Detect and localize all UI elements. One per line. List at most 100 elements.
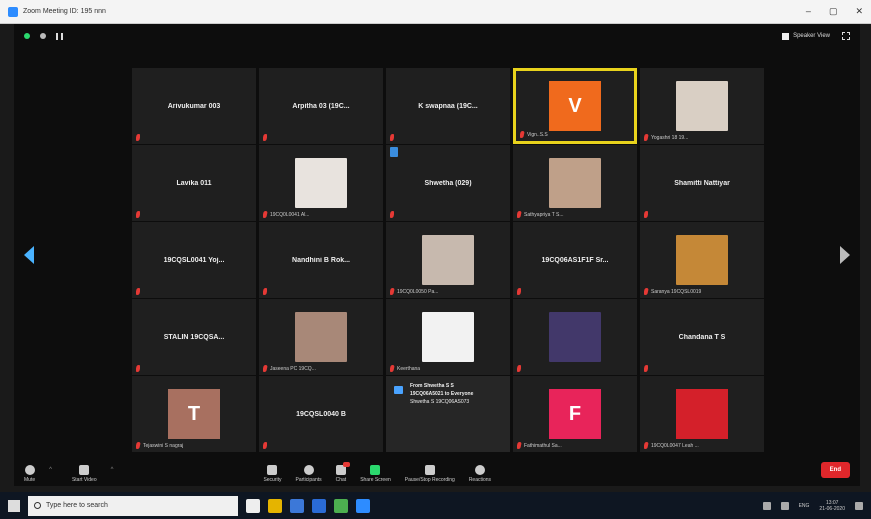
next-page-arrow-icon[interactable] (840, 246, 850, 264)
window-title: Zoom Meeting ID: 195 nnn (23, 8, 106, 15)
participant-tile[interactable]: F Fathimathul Sa... (513, 376, 637, 452)
participant-grid: Arivukumar 003 Arpitha 03 (19C... K swapna… (132, 68, 764, 452)
tile-footer (136, 365, 140, 372)
participant-tile[interactable]: Sathyapriya T S... (513, 145, 637, 221)
tile-footer: Jaseena PC 19CQ... (263, 365, 316, 372)
tile-footer: Fathimathul Sa... (517, 442, 562, 449)
participant-name: STALIN 19CQSA... (163, 333, 225, 341)
participant-tile[interactable]: K swapnaa (19C... (386, 68, 510, 144)
window-controls: – ▢ ✕ (806, 6, 863, 17)
participant-tile[interactable]: Arpitha 03 (19C... (259, 68, 383, 144)
participant-tile[interactable]: Keerthana (386, 299, 510, 375)
edge-icon[interactable] (290, 498, 304, 513)
participant-tile[interactable]: 19CQSL0041 Yoj... (132, 222, 256, 298)
participant-tile[interactable]: Shamitti Nattiyar (640, 145, 764, 221)
muted-microphone-icon (520, 131, 525, 138)
muted-microphone-icon (644, 442, 649, 449)
close-button[interactable]: ✕ (855, 6, 863, 17)
minimize-button[interactable]: – (806, 6, 811, 17)
participant-tile[interactable]: Arivukumar 003 (132, 68, 256, 144)
muted-microphone-icon (644, 134, 649, 141)
participant-tile[interactable]: 19CQ0L0047 Leah ... (640, 376, 764, 452)
tile-footer (390, 134, 394, 141)
participant-tile[interactable]: 19CQ06AS1F1F Sr... (513, 222, 637, 298)
word-icon[interactable] (312, 498, 326, 513)
speaker-view-label: Speaker View (793, 33, 830, 39)
tile-footer: 19CQ0L0041 Al... (263, 211, 309, 218)
network-icon[interactable] (762, 501, 771, 510)
tile-footer: 19CQ0L0050 Pa... (390, 288, 438, 295)
participants-icon (303, 465, 314, 475)
muted-microphone-icon (263, 365, 268, 372)
reactions-button[interactable]: Reactions (469, 465, 491, 483)
participant-tile[interactable]: Nandhini B Rok... (259, 222, 383, 298)
tile-footer: Sathyapriya T S... (517, 211, 564, 218)
participant-video-thumbnail (676, 235, 728, 285)
encryption-icon[interactable] (24, 33, 30, 39)
pause-icon[interactable] (56, 32, 63, 40)
participant-tile[interactable]: 19CQSL0040 B (259, 376, 383, 452)
share-screen-button[interactable]: Share Screen (360, 465, 391, 483)
audio-options-caret-icon[interactable]: ^ (49, 467, 52, 473)
participant-tile[interactable]: From Shwetha S S 19CQ06A5021 to Everyone S… (386, 376, 510, 452)
participant-tile[interactable]: V Vign..S.S (513, 68, 637, 144)
participant-tile[interactable] (513, 299, 637, 375)
windows-start-icon[interactable] (8, 499, 20, 512)
participant-tile[interactable]: Jaseena PC 19CQ... (259, 299, 383, 375)
participant-tile[interactable]: Chandana T S (640, 299, 764, 375)
end-meeting-button[interactable]: End (820, 462, 850, 478)
participant-tile[interactable]: 19CQ0L0050 Pa... (386, 222, 510, 298)
meeting-window: Speaker View Arivukumar 003 Arpitha 03 (1… (14, 24, 860, 486)
zoom-taskbar-icon[interactable] (356, 498, 370, 513)
muted-microphone-icon (517, 288, 521, 295)
zoom-logo-icon (8, 6, 18, 17)
participant-tile[interactable]: Lavika 011 (132, 145, 256, 221)
participant-video-thumbnail (549, 158, 601, 208)
tile-footer: Tejaswini S nagraj (136, 442, 183, 449)
security-button[interactable]: Security (263, 465, 282, 483)
muted-microphone-icon (517, 365, 521, 372)
language-indicator[interactable]: ENG (799, 503, 810, 509)
muted-microphone-icon (263, 442, 267, 449)
previous-page-arrow-icon[interactable] (24, 246, 34, 264)
tile-footer: Saranya 19CQSL0019 (644, 288, 701, 295)
notifications-icon[interactable] (855, 501, 863, 510)
clock[interactable]: 13:07 21-06-2020 (819, 500, 845, 512)
participant-footer-name: Saranya 19CQSL0019 (651, 288, 702, 295)
file-explorer-icon[interactable] (268, 498, 282, 513)
chat-message-preview[interactable]: From Shwetha S S 19CQ06A5021 to Everyone S… (386, 376, 510, 452)
participant-tile[interactable]: Shwetha (029) (386, 145, 510, 221)
speaker-view-button[interactable]: Speaker View (782, 32, 830, 40)
task-view-icon[interactable] (246, 498, 260, 513)
tile-footer (644, 211, 648, 218)
participant-name: Arivukumar 003 (167, 102, 221, 110)
tile-footer: Keerthana (390, 365, 420, 372)
tile-footer (517, 288, 521, 295)
system-tray: ENG 13:07 21-06-2020 (762, 500, 863, 512)
taskbar-search-input[interactable]: Type here to search (28, 495, 238, 516)
chat-button[interactable]: Chat (336, 462, 350, 483)
tile-footer (644, 365, 648, 372)
fullscreen-icon[interactable] (842, 32, 850, 40)
tile-footer (136, 134, 140, 141)
chrome-icon[interactable] (334, 498, 348, 513)
muted-microphone-icon (644, 365, 648, 372)
mute-button[interactable]: Mute (24, 465, 35, 483)
participant-tile[interactable]: Yogashri 18 19... (640, 68, 764, 144)
participant-tile[interactable]: 19CQ0L0041 Al... (259, 145, 383, 221)
participants-button[interactable]: Participants (296, 465, 322, 483)
video-camera-icon (79, 465, 90, 475)
tile-footer (390, 211, 394, 218)
pause-stop-recording-button[interactable]: Pause/Stop Recording (405, 465, 455, 483)
video-options-caret-icon[interactable]: ^ (111, 467, 114, 473)
participant-tile[interactable]: STALIN 19CQSA... (132, 299, 256, 375)
participant-footer-name: Sathyapriya T S... (524, 211, 564, 218)
participant-tile[interactable]: T Tejaswini S nagraj (132, 376, 256, 452)
volume-icon[interactable] (780, 501, 789, 510)
start-video-button[interactable]: Start Video (72, 465, 97, 483)
windows-taskbar: Type here to search ENG 13:07 21-06-2020 (0, 492, 871, 519)
muted-microphone-icon (390, 211, 394, 218)
maximize-button[interactable]: ▢ (829, 6, 838, 17)
participant-tile[interactable]: Saranya 19CQSL0019 (640, 222, 764, 298)
participant-footer-name: 19CQ0L0047 Leah ... (651, 442, 699, 449)
